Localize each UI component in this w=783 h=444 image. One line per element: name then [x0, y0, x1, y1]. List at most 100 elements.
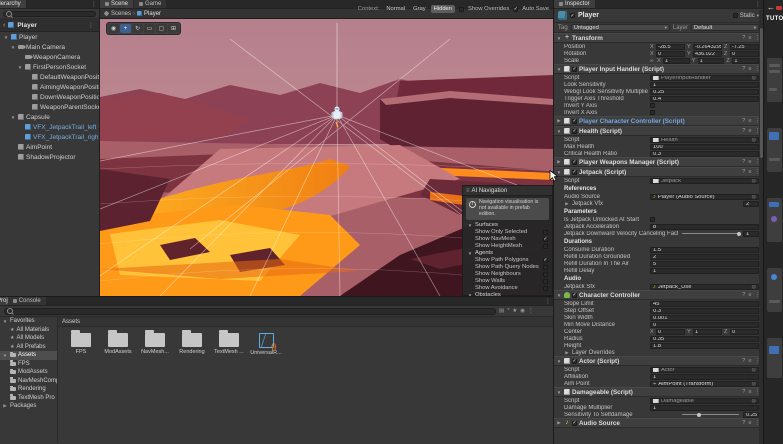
asset-item-universalr-[interactable]: UniversalR...	[249, 333, 283, 356]
help-icon[interactable]: ?	[742, 358, 745, 364]
tab-inspector[interactable]: Inspector	[554, 0, 595, 8]
object-picker-icon[interactable]: ◎	[752, 178, 756, 184]
foldout-icon[interactable]: ▼	[10, 45, 16, 50]
value-field[interactable]: 100	[650, 144, 759, 150]
show-overrides-checkbox[interactable]	[459, 7, 464, 12]
slider-value-field[interactable]: 0.25	[743, 412, 759, 418]
help-icon[interactable]: ?	[742, 389, 745, 395]
value-field[interactable]: 0.4	[650, 96, 759, 102]
value-field[interactable]: 0.35	[650, 336, 759, 342]
component-enabled-checkbox[interactable]	[572, 119, 577, 124]
tree-row[interactable]: VFX_JetpackTrail_right›	[0, 132, 99, 142]
object-picker-icon[interactable]: ◎	[752, 137, 756, 143]
tree-row[interactable]: AimingWeaponPosition	[0, 82, 99, 92]
gameobject-name[interactable]: Player	[578, 12, 599, 19]
asset-item-textmesh-[interactable]: TextMesh ...	[212, 333, 246, 356]
layer-dropdown[interactable]: Default▾	[691, 24, 759, 31]
help-icon[interactable]: ?	[742, 420, 745, 426]
component-header[interactable]: ▼Damageable (Script)?≡⋮	[554, 387, 763, 397]
foldout-icon[interactable]: ▼	[2, 353, 8, 358]
help-icon[interactable]: ?	[742, 169, 745, 175]
asset-item-fps[interactable]: FPS	[64, 333, 98, 356]
rotate-tool[interactable]: ↻	[132, 24, 143, 33]
nav-section-agents[interactable]: ▼Agents	[463, 250, 552, 257]
hierarchy-menu-icon[interactable]: ⋮	[89, 1, 99, 8]
preset-icon[interactable]: ≡	[748, 420, 751, 426]
prefab-open-chevron[interactable]: ›	[98, 124, 99, 130]
component-header[interactable]: ▼+Transform?≡⋮	[554, 33, 763, 43]
asset-item-rendering[interactable]: Rendering	[175, 333, 209, 356]
sidebar-favorite-item[interactable]: ★All Materials	[0, 326, 57, 335]
value-field[interactable]: 1	[650, 268, 759, 274]
nav-toggle-checkbox[interactable]	[543, 258, 548, 263]
tree-row[interactable]: VFX_JetpackTrail_left›	[0, 122, 99, 132]
nav-toggle-row[interactable]: Show Path Query Nodes	[463, 264, 552, 271]
breadcrumb-current[interactable]: Player	[144, 11, 161, 17]
foldout-icon[interactable]: ▶	[2, 403, 8, 409]
slider-track[interactable]	[682, 414, 739, 415]
nav-toggle-row[interactable]: Show Avoidance	[463, 285, 552, 292]
value-field[interactable]: 0.25	[650, 89, 759, 95]
help-icon[interactable]: ?	[742, 292, 745, 298]
object-picker-icon[interactable]: ◎	[752, 194, 756, 200]
tree-row[interactable]: ShadowProjector	[0, 152, 99, 162]
foldout-icon[interactable]: ▶	[564, 350, 570, 356]
sidebar-favorites[interactable]: ▼Favorites	[0, 317, 57, 326]
component-header[interactable]: ▼Player Input Handler (Script)?≡⋮	[554, 64, 763, 74]
tutorial-card[interactable]	[767, 338, 782, 378]
object-field[interactable]: PlayerInputHandler◎	[650, 75, 759, 81]
asset-item-navmesh-[interactable]: NavMesh...	[138, 333, 172, 356]
slider-knob[interactable]	[697, 413, 701, 417]
object-field[interactable]: +AimPoint (Transform)◎	[650, 381, 759, 387]
object-field[interactable]: Actor◎	[650, 367, 759, 373]
preset-icon[interactable]: ≡	[748, 35, 751, 41]
sidebar-folder-item[interactable]: FPS	[0, 360, 57, 369]
object-picker-icon[interactable]: ◎	[752, 75, 756, 81]
vector-field-x[interactable]: 0	[656, 329, 685, 335]
active-checkbox[interactable]	[570, 13, 575, 18]
breadcrumb-root[interactable]: Scenes	[111, 11, 131, 17]
asset-item-modassets[interactable]: ModAssets	[101, 333, 135, 356]
vector-field-x[interactable]: -28.5	[656, 44, 685, 50]
sidebar-favorite-item[interactable]: ★All Prefabs	[0, 343, 57, 352]
field-checkbox[interactable]	[650, 110, 655, 115]
preset-icon[interactable]: ≡	[748, 128, 751, 134]
visibility-icon[interactable]: ◉	[520, 308, 525, 314]
help-icon[interactable]: ?	[742, 128, 745, 134]
slider-knob[interactable]	[737, 232, 741, 236]
nav-toggle-row[interactable]: Show HeightMesh	[463, 243, 552, 250]
tree-row[interactable]: ▼Player	[0, 32, 99, 42]
inspector-menu-icon[interactable]: ⋮	[753, 1, 763, 8]
transform-tool[interactable]: ⊞	[168, 24, 179, 33]
tutorial-card[interactable]	[767, 268, 782, 312]
scene-viewport[interactable]: ◉+↻▭▢⊞ ≡ AI Navigation ! Navigation visu…	[100, 19, 553, 296]
vector-field-x[interactable]: 0	[656, 51, 685, 57]
tutorial-card[interactable]	[767, 58, 782, 102]
tree-row[interactable]: DownWeaponPosition	[0, 92, 99, 102]
object-picker-icon[interactable]: ◎	[752, 367, 756, 373]
search-by-type-icon[interactable]: ▤	[499, 308, 504, 314]
context-option-hidden[interactable]: Hidden	[431, 5, 455, 13]
nav-toggle-checkbox[interactable]	[543, 230, 548, 235]
sidebar-folder-item[interactable]: TextMesh Pro	[0, 394, 57, 403]
tab-scene[interactable]: Scene	[100, 0, 133, 8]
slider-track[interactable]	[682, 233, 739, 234]
component-enabled-checkbox[interactable]	[572, 129, 577, 134]
vector-field-x[interactable]: 1	[663, 58, 690, 64]
nav-toggle-row[interactable]: Show Walls	[463, 278, 552, 285]
more-icon[interactable]: ⋮	[528, 308, 534, 314]
value-field[interactable]: 5	[650, 261, 759, 267]
field-checkbox[interactable]	[650, 217, 655, 222]
object-field[interactable]: ♪Jetpack_Use◎	[650, 284, 759, 290]
nav-toggle-row[interactable]: Show NavMesh	[463, 236, 552, 243]
sidebar-folder-item[interactable]: Rendering	[0, 385, 57, 394]
component-header[interactable]: ▼Character Controller?≡⋮	[554, 290, 763, 300]
preset-icon[interactable]: ≡	[748, 118, 751, 124]
component-enabled-checkbox[interactable]	[572, 359, 577, 364]
static-checkbox[interactable]	[733, 13, 738, 18]
rect-tool[interactable]: ▢	[156, 24, 167, 33]
preset-icon[interactable]: ≡	[748, 66, 751, 72]
help-icon[interactable]: ?	[742, 159, 745, 165]
object-picker-icon[interactable]: ◎	[752, 284, 756, 290]
component-header[interactable]: ▼Health (Script)?≡⋮	[554, 126, 763, 136]
